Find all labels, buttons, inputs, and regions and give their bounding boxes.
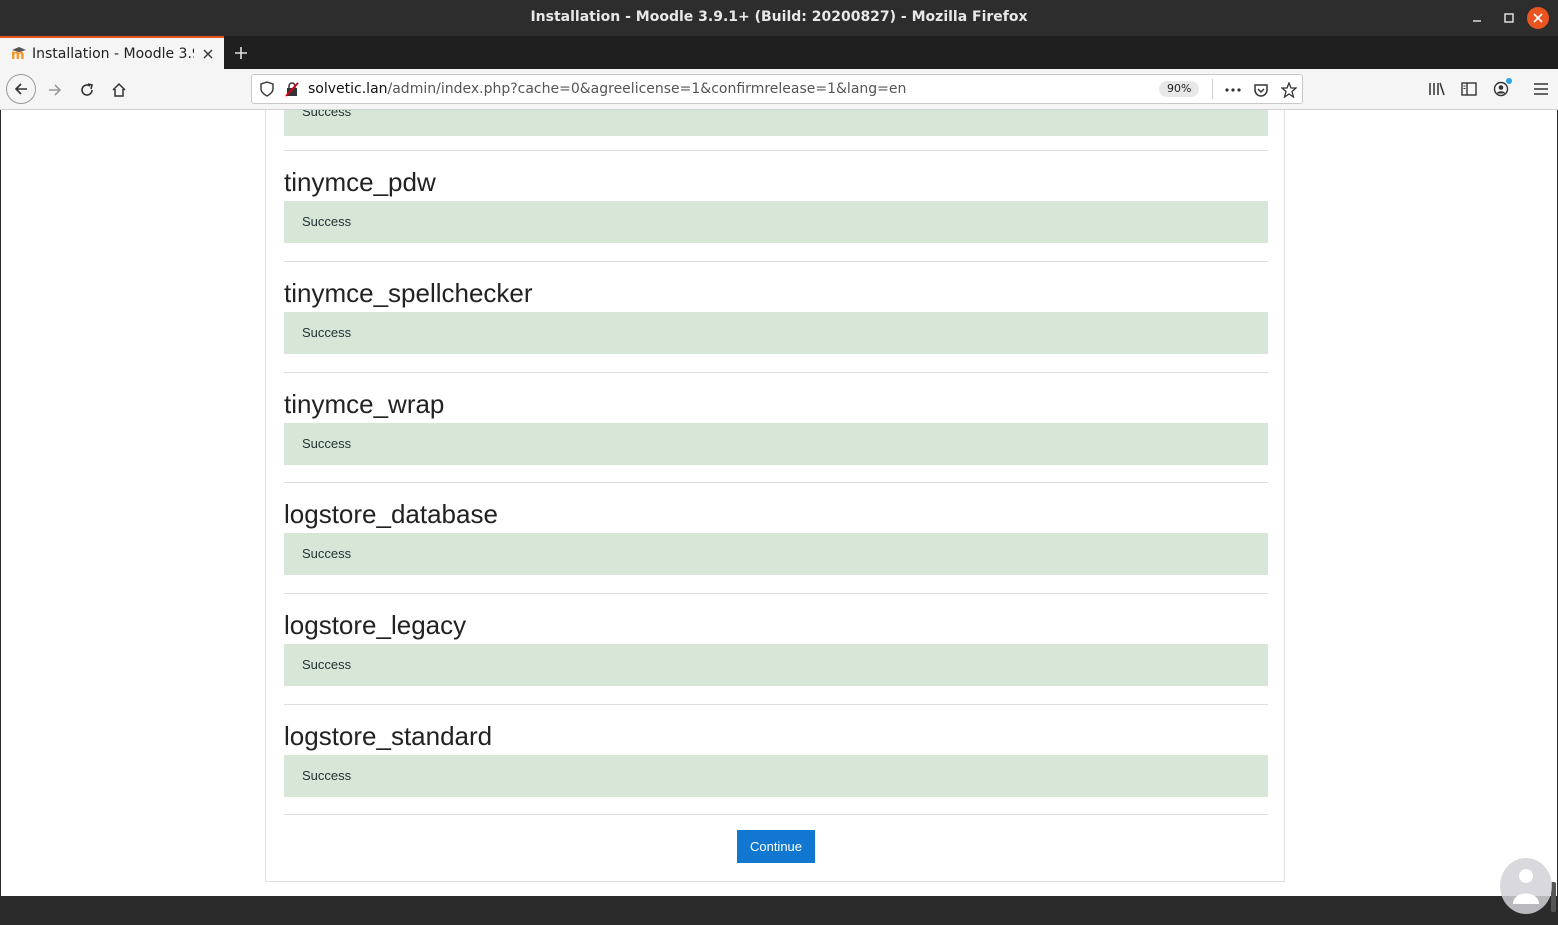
plugin-heading: tinymce_wrap (284, 389, 445, 419)
plus-icon (235, 47, 247, 59)
sidebar-icon (1461, 82, 1477, 96)
back-arrow-icon (14, 83, 27, 95)
success-alert: Success (284, 533, 1268, 575)
plugin-heading: logstore_standard (284, 721, 493, 751)
page-viewport: Success tinymce_pdw Success tinymce_spel… (1, 110, 1557, 896)
success-alert: Success (284, 312, 1268, 354)
install-card: Success tinymce_pdw Success tinymce_spel… (265, 110, 1285, 882)
plugin-heading: logstore_database (284, 499, 498, 529)
divider (284, 261, 1268, 262)
tab-close-icon[interactable] (200, 46, 216, 62)
sidebar-button[interactable] (1458, 78, 1480, 100)
minimize-icon (1473, 20, 1481, 22)
moodle-icon: m (11, 46, 27, 62)
star-icon (1281, 82, 1297, 98)
success-alert: Success (284, 644, 1268, 686)
library-icon (1429, 82, 1445, 96)
bookmark-star-button[interactable] (1278, 79, 1300, 101)
section-logstore-legacy: logstore_legacy Success (284, 606, 1268, 686)
divider (284, 704, 1268, 705)
window-titlebar: Installation - Moodle 3.9.1+ (Build: 202… (0, 0, 1558, 36)
section-logstore-standard: logstore_standard Success (284, 717, 1268, 797)
url-separator (1212, 79, 1213, 99)
section-tinymce-spellchecker: tinymce_spellchecker Success (284, 274, 1268, 354)
pocket-button[interactable] (1250, 79, 1272, 101)
url-text[interactable]: solvetic.lan/admin/index.php?cache=0&agr… (308, 81, 906, 97)
tab-strip: m Installation - Moodle 3.9.1+ (Build: 2… (0, 36, 1558, 69)
plugin-heading: tinymce_spellchecker (284, 278, 533, 308)
minimize-button[interactable] (1464, 6, 1490, 30)
plugin-heading: logstore_legacy (284, 610, 467, 640)
hamburger-icon (1534, 83, 1548, 95)
url-host: solvetic.lan (308, 81, 388, 97)
section-logstore-database: logstore_database Success (284, 495, 1268, 575)
divider (284, 814, 1268, 815)
navigation-toolbar: solvetic.lan/admin/index.php?cache=0&agr… (0, 69, 1558, 110)
section-previous: Success (284, 110, 1268, 136)
home-button[interactable] (104, 75, 134, 105)
section-tinymce-wrap: tinymce_wrap Success (284, 385, 1268, 465)
bottom-panel (0, 896, 1558, 925)
section-tinymce-pdw: tinymce_pdw Success (284, 163, 1268, 243)
person-icon (1513, 869, 1539, 904)
divider (284, 150, 1268, 151)
success-alert: Success (284, 755, 1268, 797)
plugin-heading: tinymce_pdw (284, 167, 436, 197)
divider (284, 593, 1268, 594)
site-info-icon[interactable] (257, 79, 277, 99)
more-dots-icon (1225, 88, 1241, 92)
zoom-indicator[interactable]: 90% (1159, 81, 1200, 97)
back-button[interactable] (6, 74, 36, 104)
reload-button[interactable] (72, 75, 102, 105)
address-bar[interactable]: solvetic.lan/admin/index.php?cache=0&agr… (251, 74, 1303, 104)
reload-icon (81, 83, 93, 96)
success-alert: Success (284, 110, 1268, 136)
page-actions-button[interactable] (1222, 79, 1244, 101)
continue-button[interactable]: Continue (737, 830, 815, 863)
pocket-icon (1254, 84, 1268, 97)
tab-title: Installation - Moodle 3.9.1+ (Build: 202… (32, 45, 194, 62)
forward-button[interactable] (40, 75, 70, 105)
maximize-icon (1504, 13, 1514, 23)
divider (284, 482, 1268, 483)
home-icon (112, 82, 126, 97)
window-title: Installation - Moodle 3.9.1+ (Build: 202… (530, 9, 1028, 25)
close-icon (1533, 13, 1543, 23)
tab-installation[interactable]: m Installation - Moodle 3.9.1+ (Build: 2… (0, 36, 224, 69)
insecure-lock-icon[interactable] (282, 79, 302, 99)
success-alert: Success (284, 423, 1268, 465)
success-alert: Success (284, 201, 1268, 243)
close-window-button[interactable] (1527, 7, 1549, 29)
new-tab-button[interactable] (230, 42, 252, 64)
notification-dot (1506, 78, 1512, 84)
maximize-button[interactable] (1496, 6, 1522, 30)
watermark-logo (1500, 858, 1552, 914)
forward-arrow-icon (49, 84, 62, 96)
account-button[interactable] (1490, 78, 1512, 100)
menu-button[interactable] (1530, 78, 1552, 100)
url-path: /admin/index.php?cache=0&agreelicense=1&… (387, 81, 907, 97)
divider (284, 372, 1268, 373)
library-button[interactable] (1426, 78, 1448, 100)
